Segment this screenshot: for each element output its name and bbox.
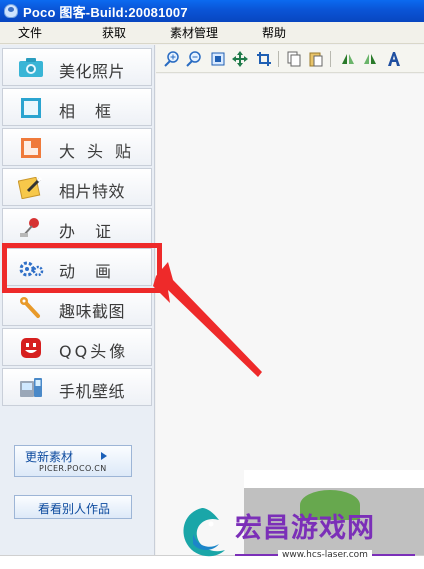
callout-arrow-icon [153,262,262,377]
dragon-logo-icon [183,508,225,557]
watermark-url: www.hcs-laser.com [278,550,372,560]
watermark-url-bar: www.hcs-laser.com [235,549,415,561]
watermark: 宏昌游戏网 www.hcs-laser.com [165,500,424,569]
watermark-title: 宏昌游戏网 [235,513,375,544]
